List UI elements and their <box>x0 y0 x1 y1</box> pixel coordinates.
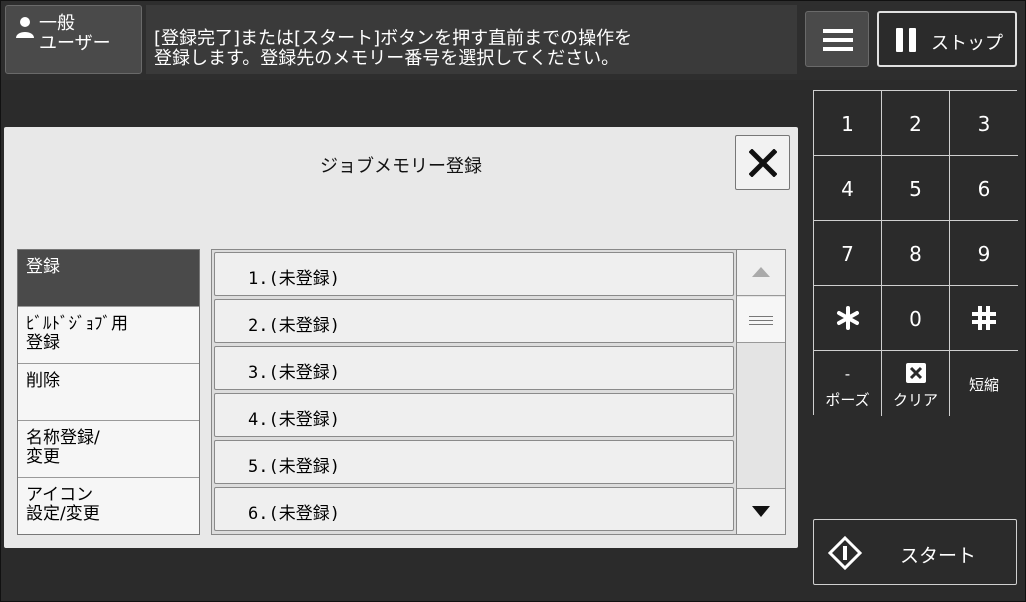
dialog-title: ジョブメモリー登録 <box>320 156 482 177</box>
user-label: 一般 ユーザー <box>39 13 111 54</box>
list-scrollbar[interactable] <box>736 250 785 534</box>
pause-label: ポーズ <box>825 391 870 409</box>
tab-register[interactable]: 登録 <box>18 250 199 307</box>
start-button[interactable]: スタート <box>813 519 1017 585</box>
grip-icon <box>749 316 773 328</box>
close-icon <box>749 149 777 177</box>
list-item[interactable]: 4.(未登録) <box>214 393 734 437</box>
stop-label: ストップ <box>931 33 1003 54</box>
menu-button[interactable] <box>805 11 869 67</box>
clear-key[interactable]: クリア <box>882 351 950 416</box>
key-6[interactable]: 6 <box>950 156 1018 221</box>
scroll-down-button[interactable] <box>737 488 785 534</box>
key-asterisk[interactable] <box>814 286 882 351</box>
key-2[interactable]: 2 <box>882 91 950 156</box>
clear-icon <box>906 363 926 383</box>
user-button[interactable]: 一般 ユーザー <box>5 5 142 74</box>
key-9[interactable]: 9 <box>950 221 1018 286</box>
list-item[interactable]: 2.(未登録) <box>214 299 734 343</box>
list-item[interactable]: 1.(未登録) <box>214 252 734 296</box>
list-item[interactable]: 3.(未登録) <box>214 346 734 390</box>
speed-dial-label: 短縮 <box>968 376 999 394</box>
triangle-up-icon <box>752 267 770 277</box>
tab-delete[interactable]: 削除 <box>18 364 199 421</box>
numeric-keypad: 1 2 3 4 5 6 7 8 9 0 - ポーズ クリア 短縮 <box>813 90 1018 416</box>
hash-icon <box>972 306 996 330</box>
person-icon <box>16 17 34 38</box>
start-diamond-icon <box>828 536 862 570</box>
tab-build-job-register[interactable]: ﾋﾞﾙﾄﾞｼﾞｮﾌﾞ用 登録 <box>18 307 199 364</box>
close-button[interactable] <box>735 135 790 190</box>
stop-button[interactable]: ストップ <box>877 11 1017 67</box>
key-3[interactable]: 3 <box>950 91 1018 156</box>
tab-rename[interactable]: 名称登録/ 変更 <box>18 421 199 478</box>
tab-icon-settings[interactable]: アイコン 設定/変更 <box>18 478 199 534</box>
pause-icon <box>896 28 916 52</box>
job-memory-dialog: ジョブメモリー登録 登録 ﾋﾞﾙﾄﾞｼﾞｮﾌﾞ用 登録 削除 名称登録/ 変更 … <box>4 127 798 548</box>
clear-label: クリア <box>892 391 938 409</box>
instruction-message: [登録完了]または[スタート]ボタンを押す直前までの操作を 登録します。登録先の… <box>146 5 797 74</box>
list-item[interactable]: 6.(未登録) <box>214 487 734 531</box>
start-label: スタート <box>900 545 977 567</box>
scroll-up-button[interactable] <box>737 250 785 296</box>
pause-key[interactable]: - ポーズ <box>814 351 882 416</box>
list-item[interactable]: 5.(未登録) <box>214 440 734 484</box>
key-0[interactable]: 0 <box>882 286 950 351</box>
speed-dial-key[interactable]: 短縮 <box>950 351 1018 416</box>
key-1[interactable]: 1 <box>814 91 882 156</box>
asterisk-icon <box>837 306 859 330</box>
triangle-down-icon <box>752 506 770 517</box>
key-5[interactable]: 5 <box>882 156 950 221</box>
key-7[interactable]: 7 <box>814 221 882 286</box>
key-4[interactable]: 4 <box>814 156 882 221</box>
hamburger-menu-icon <box>823 29 853 51</box>
scroll-thumb[interactable] <box>737 297 785 343</box>
memory-list: 1.(未登録) 2.(未登録) 3.(未登録) 4.(未登録) 5.(未登録) … <box>211 249 786 535</box>
pause-symbol: - <box>844 365 851 383</box>
key-8[interactable]: 8 <box>882 221 950 286</box>
mode-tabs: 登録 ﾋﾞﾙﾄﾞｼﾞｮﾌﾞ用 登録 削除 名称登録/ 変更 アイコン 設定/変更 <box>17 249 200 535</box>
key-hash[interactable] <box>950 286 1018 351</box>
